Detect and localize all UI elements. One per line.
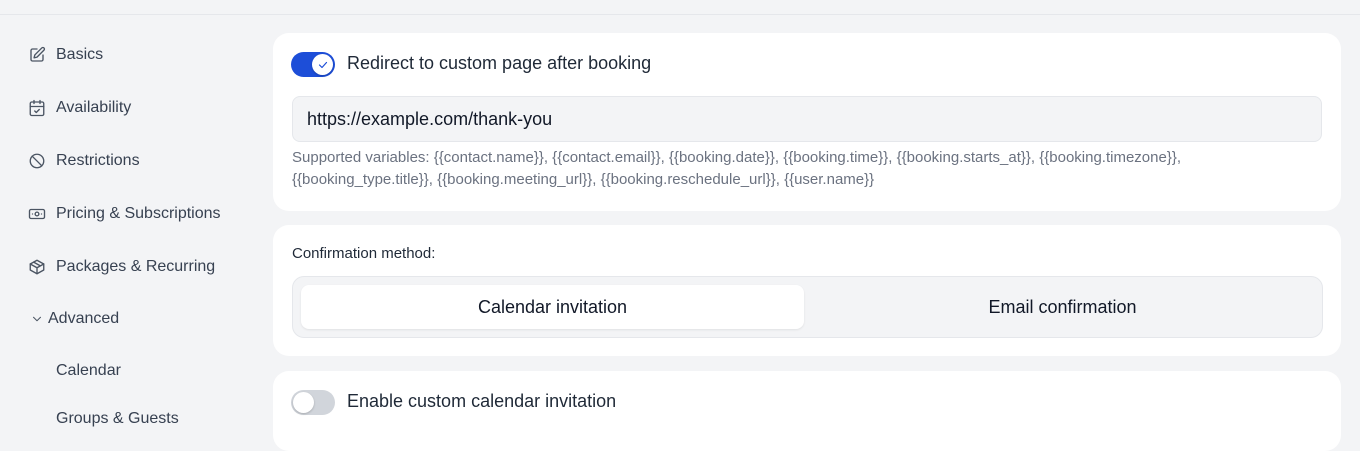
sidebar-subitem-groups-guests[interactable]: Groups & Guests	[56, 407, 179, 431]
redirect-card: Redirect to custom page after booking Su…	[273, 33, 1341, 211]
toggle-knob	[293, 392, 314, 413]
redirect-toggle-label: Redirect to custom page after booking	[347, 53, 652, 73]
confirmation-card: Confirmation method: Calendar invitation…	[273, 225, 1341, 356]
sidebar: Basics Availability Restrictions Pricing…	[0, 15, 260, 429]
redirect-url-input[interactable]	[292, 96, 1322, 142]
toggle-knob	[312, 54, 333, 75]
sidebar-subitem-label: Calendar	[56, 362, 121, 379]
sidebar-item-label: Availability	[56, 99, 132, 116]
option-email-confirmation[interactable]: Email confirmation	[811, 285, 1314, 329]
chevron-down-icon	[32, 316, 42, 322]
package-icon	[29, 259, 45, 275]
sidebar-item-availability[interactable]: Availability	[28, 96, 131, 120]
sidebar-item-label: Pricing & Subscriptions	[56, 205, 221, 222]
sidebar-item-basics[interactable]: Basics	[28, 43, 103, 67]
sidebar-item-label: Restrictions	[56, 152, 140, 169]
banknote-icon	[28, 208, 46, 220]
sidebar-item-advanced[interactable]: Advanced	[30, 307, 119, 331]
custom-invitation-toggle-label: Enable custom calendar invitation	[347, 391, 617, 411]
calendar-check-icon	[29, 99, 45, 117]
sidebar-item-label: Basics	[56, 46, 104, 63]
sidebar-item-packages[interactable]: Packages & Recurring	[28, 255, 215, 279]
sidebar-item-restrictions[interactable]: Restrictions	[28, 149, 140, 173]
ban-icon	[29, 153, 45, 169]
sidebar-item-label: Advanced	[48, 310, 120, 327]
check-icon	[318, 61, 327, 68]
custom-invitation-toggle[interactable]	[291, 390, 335, 415]
top-bar	[0, 0, 1360, 15]
sidebar-item-label: Packages & Recurring	[56, 258, 216, 275]
redirect-toggle[interactable]	[291, 52, 335, 77]
sidebar-subitem-calendar[interactable]: Calendar	[56, 359, 121, 383]
custom-invitation-card: Enable custom calendar invitation	[273, 371, 1341, 451]
sidebar-item-pricing[interactable]: Pricing & Subscriptions	[28, 202, 221, 226]
confirmation-method-selector: Calendar invitation Email confirmation	[292, 276, 1323, 338]
supported-variables-help: Supported variables: {{contact.name}}, {…	[292, 149, 1182, 188]
sidebar-subitem-label: Groups & Guests	[56, 410, 179, 427]
confirmation-method-label: Confirmation method:	[292, 245, 436, 262]
option-calendar-invitation[interactable]: Calendar invitation	[301, 285, 804, 329]
edit-icon	[30, 46, 46, 62]
